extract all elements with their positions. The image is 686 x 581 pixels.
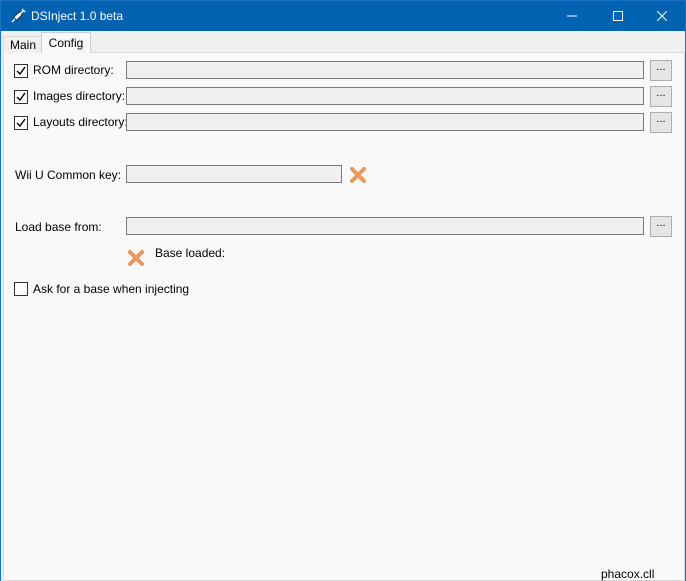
window-title: DSInject 1.0 beta — [31, 9, 124, 23]
rom-directory-label: ROM directory: — [33, 63, 114, 77]
load-base-browse-button[interactable]: ... — [650, 216, 672, 237]
client-area: ROM directory: ... Images directory: ...… — [1, 31, 685, 581]
maximize-button[interactable] — [595, 1, 641, 31]
layouts-directory-checkbox[interactable] — [14, 116, 28, 130]
maximize-icon — [613, 11, 623, 21]
common-key-label: Wii U Common key: — [15, 168, 122, 182]
syringe-icon — [10, 8, 26, 24]
close-button[interactable] — [639, 1, 685, 31]
credit-label: phacox.cll — [601, 567, 655, 581]
cross-icon — [127, 249, 145, 267]
load-base-label: Load base from: — [15, 220, 102, 234]
minimize-icon — [567, 11, 577, 21]
tab-main[interactable]: Main — [3, 36, 43, 53]
common-key-field[interactable] — [126, 165, 342, 183]
images-directory-field[interactable] — [126, 87, 644, 105]
load-base-field[interactable] — [126, 217, 644, 235]
layouts-directory-field[interactable] — [126, 113, 644, 131]
images-directory-browse-button[interactable]: ... — [650, 86, 672, 107]
minimize-button[interactable] — [549, 1, 595, 31]
cross-icon — [349, 166, 367, 184]
tab-config[interactable]: Config — [41, 32, 91, 53]
rom-directory-checkbox[interactable] — [14, 64, 28, 78]
layouts-directory-label: Layouts directory: — [33, 115, 128, 129]
images-directory-checkbox[interactable] — [14, 90, 28, 104]
close-icon — [657, 11, 667, 21]
config-tab-panel: ROM directory: ... Images directory: ...… — [3, 52, 685, 581]
app-window: DSInject 1.0 beta ROM directory: ... Ima… — [0, 0, 686, 581]
images-directory-label: Images directory: — [33, 89, 126, 103]
title-bar[interactable]: DSInject 1.0 beta — [1, 1, 685, 31]
rom-directory-browse-button[interactable]: ... — [650, 60, 672, 81]
ask-base-checkbox[interactable] — [14, 282, 28, 296]
rom-directory-field[interactable] — [126, 61, 644, 79]
ask-base-label: Ask for a base when injecting — [33, 282, 190, 296]
base-loaded-status: Base loaded: — [155, 246, 226, 260]
layouts-directory-browse-button[interactable]: ... — [650, 112, 672, 133]
